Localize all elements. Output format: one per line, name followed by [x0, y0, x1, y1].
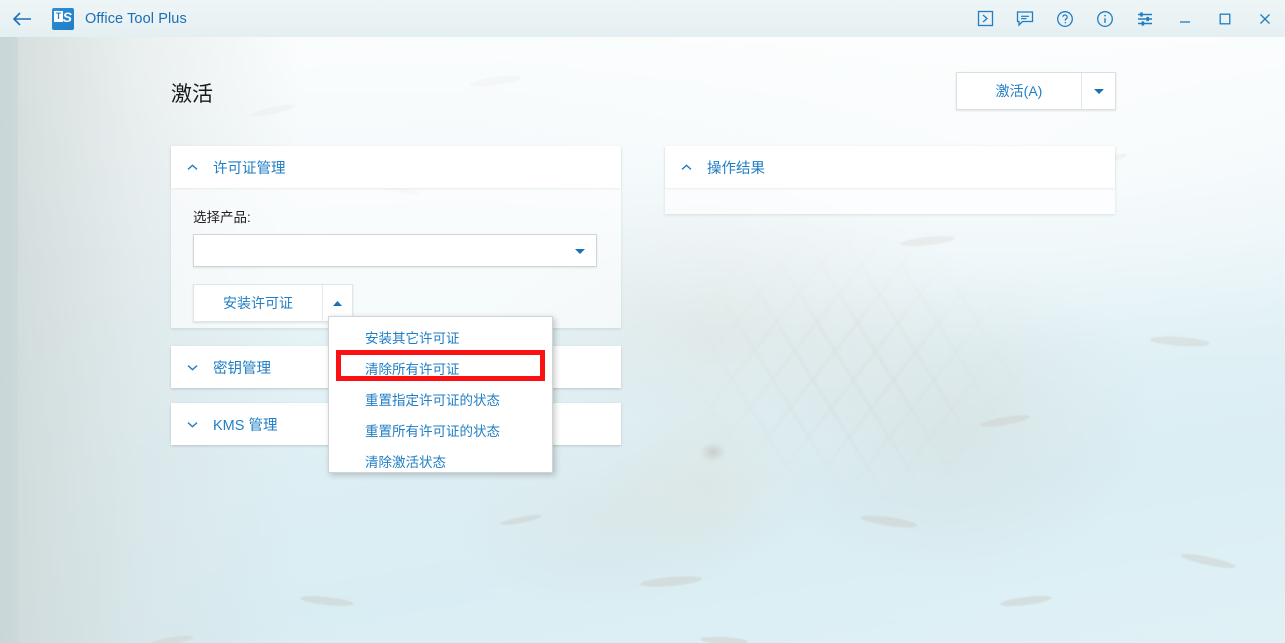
app-logo-icon: T S [52, 7, 74, 30]
panel-license-title: 许可证管理 [213, 160, 286, 177]
chevron-down-icon[interactable] [574, 243, 586, 258]
maximize-icon[interactable] [1205, 0, 1245, 37]
help-icon[interactable] [1045, 0, 1085, 37]
app-title: Office Tool Plus [85, 10, 187, 27]
menu-item-install-other-license[interactable]: 安装其它许可证 [329, 321, 552, 352]
panel-operation-result-body [665, 188, 1115, 200]
logo-swoosh: S [62, 8, 72, 25]
close-icon[interactable] [1245, 0, 1285, 37]
panel-kms-management-title: KMS 管理 [213, 417, 278, 434]
chevron-up-icon[interactable] [681, 163, 701, 171]
chevron-down-icon[interactable] [187, 364, 207, 371]
menu-item-reset-all-license-states[interactable]: 重置所有许可证的状态 [329, 414, 552, 445]
menu-item-clear-all-licenses[interactable]: 清除所有许可证 [329, 352, 552, 383]
feedback-icon[interactable] [1005, 0, 1045, 37]
title-bar-left: T S Office Tool Plus [0, 0, 187, 37]
console-icon[interactable] [965, 0, 1005, 37]
title-bar: T S Office Tool Plus [0, 0, 1285, 37]
minimize-icon[interactable] [1165, 0, 1205, 37]
panel-license-management: 许可证管理 选择产品: 安装许可证 [171, 146, 621, 328]
product-select-label: 选择产品: [193, 210, 251, 225]
page-title: 激活 [171, 83, 213, 106]
back-arrow-icon[interactable] [0, 0, 44, 37]
activate-button[interactable]: 激活(A) [957, 73, 1081, 109]
chevron-down-icon[interactable] [1082, 73, 1115, 109]
product-select-combobox[interactable] [193, 234, 597, 267]
panel-operation-result: 操作结果 [665, 146, 1115, 214]
panel-key-management-title: 密钥管理 [213, 360, 271, 377]
chevron-down-icon[interactable] [187, 421, 207, 428]
panel-operation-result-header[interactable]: 操作结果 [665, 146, 1115, 188]
left-edge-strip [0, 37, 18, 643]
info-icon[interactable] [1085, 0, 1125, 37]
install-license-button[interactable]: 安装许可证 [194, 285, 322, 321]
panel-operation-result-title: 操作结果 [707, 160, 765, 177]
chevron-up-icon[interactable] [187, 163, 207, 171]
activate-split-button[interactable]: 激活(A) [956, 72, 1116, 110]
panel-license-header[interactable]: 许可证管理 [171, 146, 621, 188]
settings-sliders-icon[interactable] [1125, 0, 1165, 37]
menu-item-reset-specified-license-state[interactable]: 重置指定许可证的状态 [329, 383, 552, 414]
title-bar-controls [965, 0, 1285, 37]
logo-letter-t: T [54, 10, 63, 22]
install-license-dropdown-menu: 安装其它许可证 清除所有许可证 重置指定许可证的状态 重置所有许可证的状态 清除… [328, 316, 553, 473]
menu-item-clear-activation-state[interactable]: 清除激活状态 [329, 445, 552, 476]
